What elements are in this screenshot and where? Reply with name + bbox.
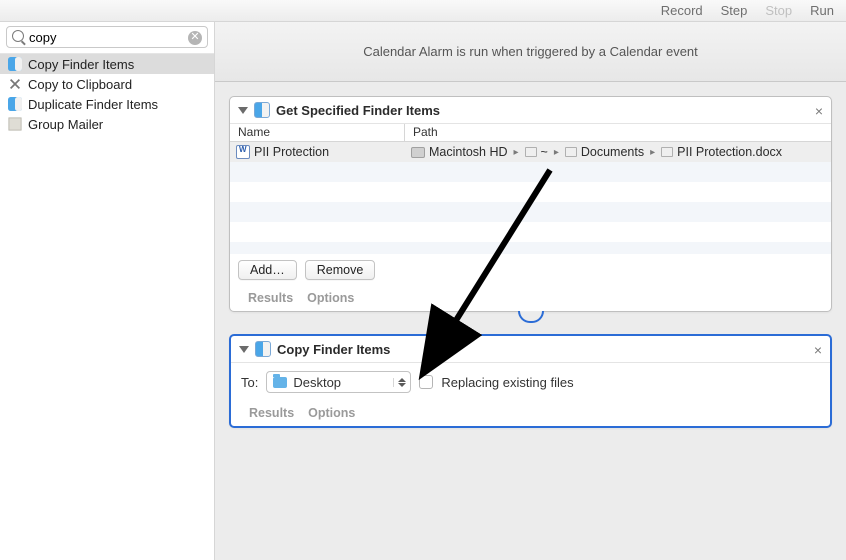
sidebar-item-label: Copy to Clipboard	[28, 77, 132, 92]
file-name: PII Protection	[254, 145, 329, 159]
search-icon	[12, 30, 24, 42]
chevron-right-icon: ▸	[650, 147, 655, 158]
stepper-icon	[393, 378, 406, 387]
table-header: Name Path	[230, 124, 831, 142]
remove-button[interactable]: Remove	[305, 260, 376, 280]
sidebar-item-duplicate-finder[interactable]: Duplicate Finder Items	[0, 94, 214, 114]
table-row[interactable]: PII Protection Macintosh HD ▸ ~ ▸ Docum	[230, 142, 831, 162]
toolbar-stop: Stop	[765, 3, 792, 18]
sidebar-item-label: Group Mailer	[28, 117, 103, 132]
table-body[interactable]: PII Protection Macintosh HD ▸ ~ ▸ Docum	[230, 142, 831, 254]
sidebar-item-label: Duplicate Finder Items	[28, 97, 158, 112]
library-list: Copy Finder Items Copy to Clipboard Dupl…	[0, 54, 214, 134]
close-icon[interactable]: ×	[815, 103, 823, 119]
column-name[interactable]: Name	[230, 124, 405, 141]
chevron-right-icon: ▸	[514, 147, 519, 158]
folder-icon	[525, 147, 537, 157]
file-icon	[661, 147, 673, 157]
clear-search-icon[interactable]: ✕	[188, 31, 202, 45]
workflow-banner: Calendar Alarm is run when triggered by …	[215, 22, 846, 82]
stamp-icon	[8, 117, 22, 131]
crumb-home: ~	[541, 145, 548, 159]
workflow-canvas: Get Specified Finder Items × Name Path P…	[215, 82, 846, 450]
options-tab[interactable]: Options	[307, 291, 354, 305]
sidebar-item-group-mailer[interactable]: Group Mailer	[0, 114, 214, 134]
toolbar-record[interactable]: Record	[661, 3, 703, 18]
disclosure-triangle-icon[interactable]	[238, 107, 248, 114]
action-body: Name Path PII Protection Macintosh HD	[230, 124, 831, 286]
action-header[interactable]: Copy Finder Items ×	[231, 336, 830, 363]
crumb-hd: Macintosh HD	[429, 145, 508, 159]
finder-icon	[8, 97, 22, 111]
word-doc-icon	[236, 145, 250, 159]
toolbar: Record Step Stop Run	[0, 0, 846, 22]
sidebar-item-copy-finder[interactable]: Copy Finder Items	[0, 54, 214, 74]
action-footer: Results Options	[230, 286, 831, 311]
finder-icon	[255, 341, 271, 357]
finder-icon	[254, 102, 270, 118]
to-label: To:	[241, 375, 258, 390]
results-tab[interactable]: Results	[249, 406, 294, 420]
action-body: To: Desktop Replacing existing files	[231, 363, 830, 401]
cell-name: PII Protection	[230, 145, 405, 159]
chevron-right-icon: ▸	[554, 147, 559, 158]
action-title: Get Specified Finder Items	[276, 103, 440, 118]
action-copy-finder-items[interactable]: Copy Finder Items × To: Desktop Replacin…	[229, 334, 832, 428]
add-button[interactable]: Add…	[238, 260, 297, 280]
destination-value: Desktop	[293, 375, 341, 390]
sidebar-item-label: Copy Finder Items	[28, 57, 134, 72]
finder-icon	[8, 57, 22, 71]
search-input[interactable]	[6, 26, 208, 48]
folder-icon	[273, 377, 287, 388]
sidebar-item-copy-clipboard[interactable]: Copy to Clipboard	[0, 74, 214, 94]
workflow-area: Calendar Alarm is run when triggered by …	[215, 22, 846, 560]
action-connector	[229, 316, 832, 330]
sidebar: ✕ Copy Finder Items Copy to Clipboard Du…	[0, 22, 215, 560]
column-path[interactable]: Path	[405, 124, 831, 141]
replace-checkbox[interactable]	[419, 375, 433, 389]
crumb-file: PII Protection.docx	[677, 145, 782, 159]
action-get-specified-finder-items[interactable]: Get Specified Finder Items × Name Path P…	[229, 96, 832, 312]
results-tab[interactable]: Results	[248, 291, 293, 305]
folder-icon	[565, 147, 577, 157]
options-tab[interactable]: Options	[308, 406, 355, 420]
crumb-documents: Documents	[581, 145, 644, 159]
tools-icon	[8, 77, 22, 91]
action-title: Copy Finder Items	[277, 342, 390, 357]
action-header[interactable]: Get Specified Finder Items ×	[230, 97, 831, 124]
connector-notch-icon	[518, 311, 544, 323]
action-buttons: Add… Remove	[230, 254, 831, 286]
action-footer: Results Options	[231, 401, 830, 426]
destination-select[interactable]: Desktop	[266, 371, 411, 393]
search-wrap: ✕	[0, 22, 214, 54]
toolbar-run[interactable]: Run	[810, 3, 834, 18]
disclosure-triangle-icon[interactable]	[239, 346, 249, 353]
banner-text: Calendar Alarm is run when triggered by …	[363, 44, 698, 59]
toolbar-step[interactable]: Step	[721, 3, 748, 18]
replace-label: Replacing existing files	[441, 375, 573, 390]
hard-drive-icon	[411, 147, 425, 158]
close-icon[interactable]: ×	[814, 342, 822, 358]
cell-path: Macintosh HD ▸ ~ ▸ Documents ▸ PII Prote…	[405, 145, 831, 159]
